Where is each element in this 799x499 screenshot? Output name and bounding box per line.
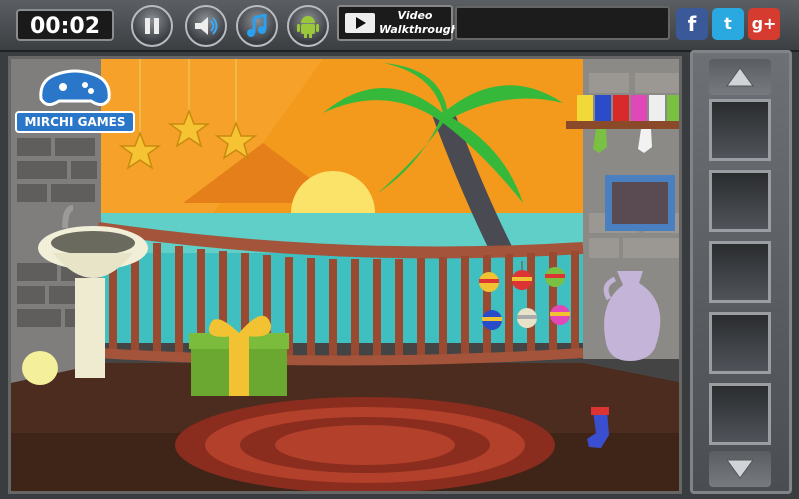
logo-text: MIRCHI GAMES [15,111,135,133]
twitter-button[interactable]: t [712,8,744,40]
arrow-down-icon [726,459,754,479]
speaker-icon [195,17,218,35]
gamepad-icon [39,69,111,106]
googleplus-button[interactable]: g+ [748,8,780,40]
sound-button[interactable] [185,5,227,47]
android-button[interactable] [287,5,329,47]
inventory-slot[interactable] [709,312,771,374]
inventory-slot[interactable] [709,99,771,161]
music-note-icon [247,14,267,37]
inventory-slot[interactable] [709,383,771,445]
arrow-up-icon [726,67,754,87]
walkthrough-line2: Walkthrough [379,23,459,36]
mirchi-games-logo: MIRCHI GAMES [15,63,135,137]
timer: 00:02 [16,9,114,41]
facebook-button[interactable]: f [676,8,708,40]
film-icon [345,13,375,33]
pause-icon [145,18,159,34]
walkthrough-line1: Video [397,9,433,22]
top-bar: 00:02 Video Walkthrough f t g+ [0,0,799,52]
video-walkthrough-button[interactable]: Video Walkthrough [337,5,459,41]
inventory-up-button[interactable] [709,59,771,95]
music-button[interactable] [236,5,278,47]
inventory-down-button[interactable] [709,451,771,487]
game-scene: MIRCHI GAMES [8,56,682,494]
inventory-panel [690,50,792,494]
inventory-slot[interactable] [709,170,771,232]
pause-button[interactable] [131,5,173,47]
android-icon [297,16,319,38]
inventory-slot[interactable] [709,241,771,303]
message-slot [455,6,670,40]
